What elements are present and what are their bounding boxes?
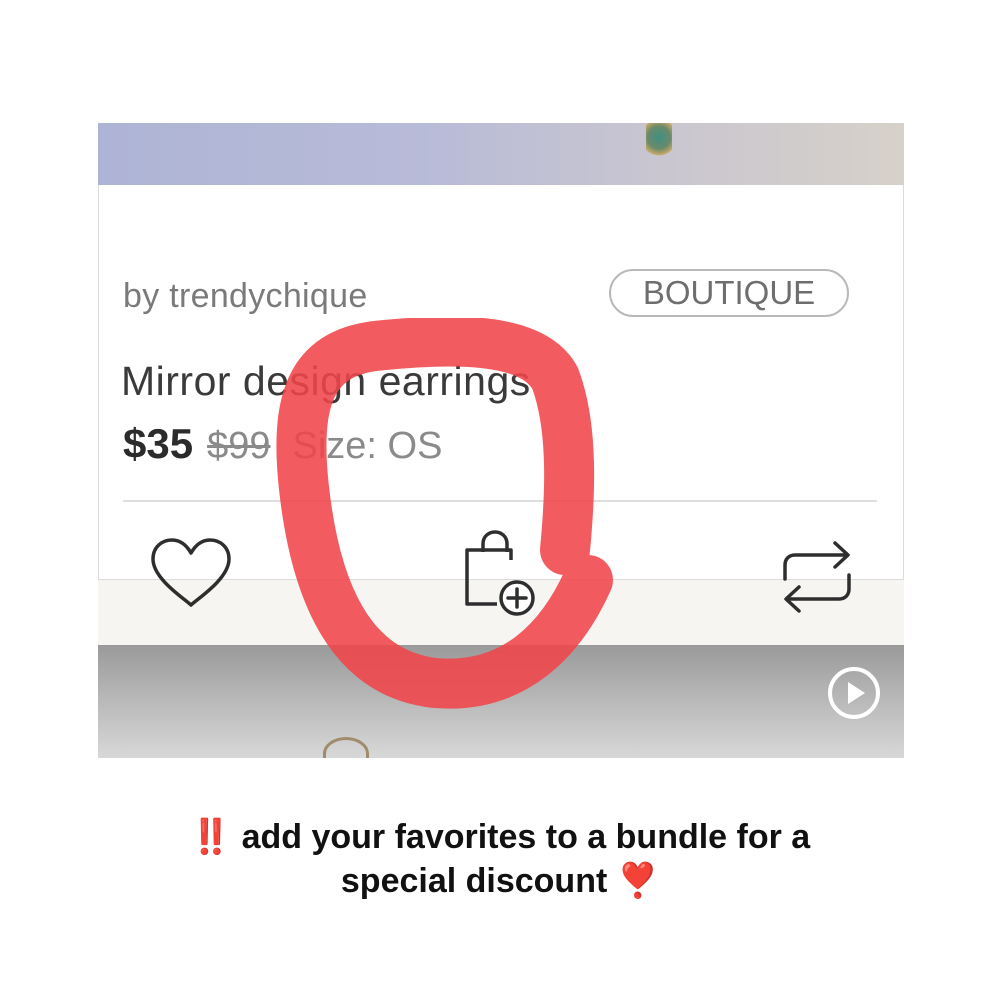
original-price: $99 xyxy=(207,425,271,467)
listing-title[interactable]: Mirror design earrings xyxy=(121,358,531,405)
promo-caption: ‼️ add your favorites to a bundle for a … xyxy=(0,815,1000,903)
app-screen: by trendychique BOUTIQUE Mirror design e… xyxy=(98,123,904,758)
size-label: Size: OS xyxy=(292,425,443,467)
double-exclamation-icon: ‼️ xyxy=(189,818,233,856)
heart-exclamation-icon: ❣️ xyxy=(616,862,660,900)
earring-preview xyxy=(323,737,369,758)
caption-line-2: special discount ❣️ xyxy=(0,859,1000,903)
add-to-bundle-button[interactable] xyxy=(463,530,539,616)
price-row: $35 $99 Size: OS xyxy=(123,420,442,470)
seller-name[interactable]: by trendychique xyxy=(123,277,368,316)
caption-line-1: ‼️ add your favorites to a bundle for a xyxy=(0,815,1000,859)
play-button[interactable] xyxy=(826,665,882,721)
play-icon xyxy=(828,667,880,719)
repost-icon xyxy=(783,541,851,613)
caption-text-1: add your favorites to a bundle for a xyxy=(241,818,811,856)
boutique-badge: BOUTIQUE xyxy=(609,269,849,317)
next-listing-photo[interactable] xyxy=(98,645,904,758)
like-button[interactable] xyxy=(147,535,235,611)
share-button[interactable] xyxy=(777,535,857,619)
listing-price: $35 xyxy=(123,420,194,467)
listing-photo[interactable] xyxy=(98,123,904,185)
earring-charm xyxy=(646,123,672,159)
shopping-bag-plus-icon xyxy=(465,530,535,616)
divider xyxy=(123,500,877,502)
caption-text-2: special discount xyxy=(340,862,608,900)
heart-icon xyxy=(151,538,231,607)
listing-card: by trendychique BOUTIQUE Mirror design e… xyxy=(98,185,904,616)
